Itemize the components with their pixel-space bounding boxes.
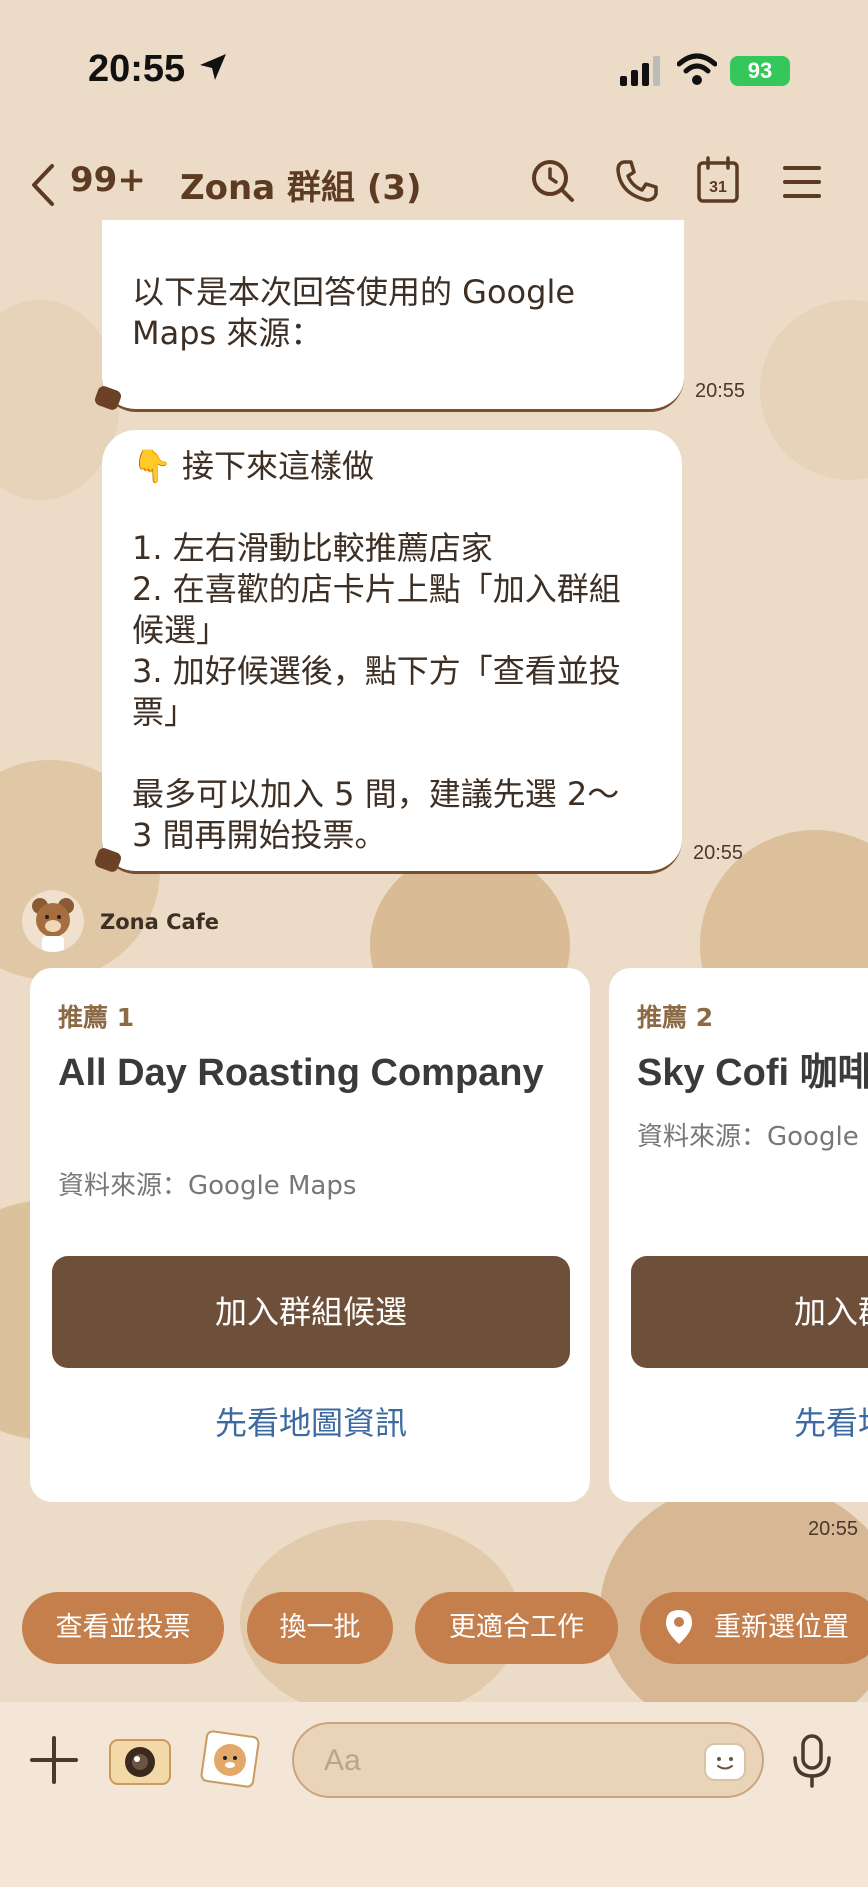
card-title: All Day Roasting Company [58,1052,544,1094]
phone-icon[interactable] [614,158,660,204]
status-time: 20:55 [88,48,186,90]
recommendation-card: 推薦 1 All Day Roasting Company 資料來源：Googl… [30,968,590,1502]
unread-count[interactable]: 99+ [70,160,146,200]
message-text: 👇 接下來這樣做 1. 左右滑動比較推薦店家 2. 在喜歡的店卡片上點「加入群組… [132,447,621,854]
search-icon[interactable] [530,158,576,204]
location-arrow-icon [200,54,226,80]
message-time: 20:55 [693,842,744,864]
message-placeholder: Aa [324,1744,361,1777]
message-bubble: 以下是本次回答使用的 Google Maps 來源： [102,220,684,412]
message-bubble: 👇 接下來這樣做 1. 左右滑動比較推薦店家 2. 在喜歡的店卡片上點「加入群組… [102,430,682,874]
message-time: 20:55 [695,380,746,402]
message-text: 以下是本次回答使用的 Google Maps 來源： [132,273,576,352]
status-bar: 20:55 93 [0,0,868,140]
quick-reply-view-and-vote[interactable]: 查看並投票 [22,1592,224,1664]
recommendation-card: 推薦 2 Sky Cofi 咖啡 資料來源：Google Maps 加入群組候選… [609,968,868,1502]
avatar[interactable] [22,890,84,952]
location-pin-icon [666,1610,692,1644]
quick-reply-better-for-work[interactable]: 更適合工作 [415,1592,618,1664]
cards-time: 20:55 [808,1518,859,1540]
card-source: 資料來源：Google Maps [58,1171,357,1201]
message-input[interactable]: Aa [292,1722,764,1798]
chat-header: 99+ Zona 群組 (3) 31 [0,140,868,230]
card-title: Sky Cofi 咖啡 [637,1052,868,1094]
view-map-info-link[interactable]: 先看地圖資訊 [52,1398,570,1444]
sender-name: Zona Cafe [100,910,220,934]
card-tag: 推薦 1 [58,1003,135,1032]
plus-icon[interactable] [30,1736,78,1784]
quick-reply-refresh[interactable]: 換一批 [247,1592,393,1664]
card-source: 資料來源：Google Maps [637,1122,868,1152]
microphone-icon[interactable] [790,1734,834,1788]
wifi-icon [677,53,717,85]
quick-reply-reselect-location[interactable]: 重新選位置 [640,1592,868,1664]
bear-avatar-icon [22,890,84,952]
back-chevron-icon[interactable] [28,162,58,208]
message-input-bar: Aa [0,1702,868,1887]
add-to-group-candidates-button[interactable]: 加入群組候選 [52,1256,570,1368]
calendar-icon[interactable]: 31 [696,156,740,204]
quick-reply-label: 重新選位置 [714,1612,849,1643]
menu-icon[interactable] [782,164,822,200]
battery-indicator: 93 [730,56,790,86]
svg-text:31: 31 [709,179,727,196]
view-map-info-link[interactable]: 先看地圖資訊 [631,1398,868,1444]
card-tag: 推薦 2 [637,1003,714,1032]
add-to-group-candidates-button[interactable]: 加入群組候選 [631,1256,868,1368]
sticker-icon[interactable] [702,1740,748,1784]
gallery-icon[interactable] [198,1728,262,1790]
cellular-signal-icon [620,56,660,86]
chat-title[interactable]: Zona 群組 (3) [180,160,422,209]
camera-icon[interactable] [108,1732,172,1788]
